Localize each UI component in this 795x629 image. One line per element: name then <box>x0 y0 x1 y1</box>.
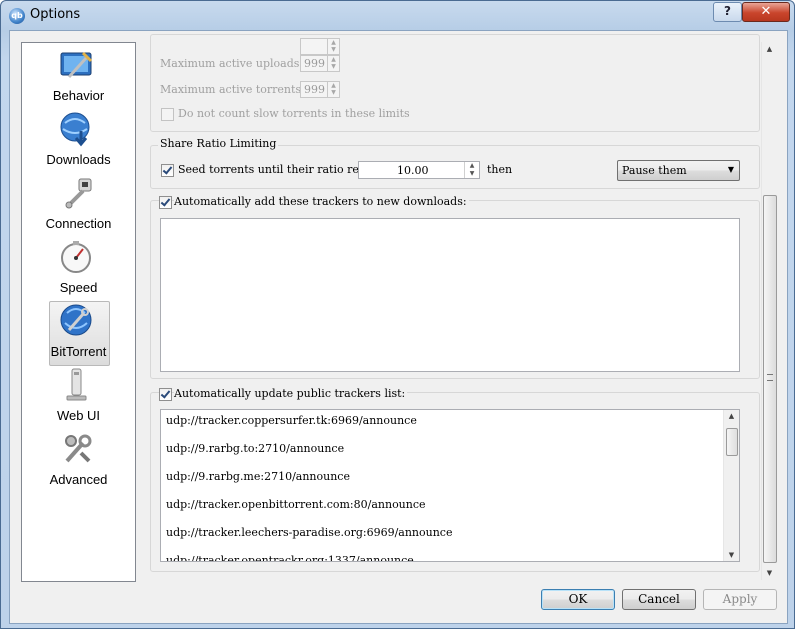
spin-up-icon: ▲ <box>331 56 336 63</box>
scroll-down-icon[interactable]: ▼ <box>724 551 739 559</box>
max-uploads-value: 999 <box>304 57 325 70</box>
sidebar-item-connection[interactable]: Connection <box>22 175 135 239</box>
list-item: udp://tracker.coppersurfer.tk:6969/annou… <box>166 414 417 427</box>
list-item: udp://9.rarbg.to:2710/announce <box>166 442 345 455</box>
slow-torrents-label: Do not count slow torrents in these limi… <box>178 107 410 120</box>
scroll-down-icon[interactable]: ▼ <box>762 569 777 577</box>
speed-gauge-icon <box>61 241 91 273</box>
bittorrent-icon <box>60 304 92 336</box>
share-ratio-title: Share Ratio Limiting <box>158 137 279 150</box>
ok-button[interactable]: OK <box>541 589 615 610</box>
spin-up-icon: ▲ <box>331 82 336 89</box>
spin-down-icon: ▼ <box>331 89 336 96</box>
then-label: then <box>487 163 513 176</box>
grip-icon <box>767 374 773 381</box>
close-button[interactable]: ✕ <box>742 2 790 22</box>
bittorrent-settings-panel: ▲ ▼ Maximum active uploads: 999 ▲ ▼ Maximu… <box>140 34 778 580</box>
max-torrents-value: 999 <box>304 83 325 96</box>
window-title: Options <box>30 7 81 22</box>
auto-update-trackers-checkbox[interactable] <box>159 388 172 401</box>
auto-add-trackers-textarea[interactable] <box>160 218 740 372</box>
downloads-globe-icon <box>60 112 90 147</box>
chevron-down-icon: ▼ <box>727 165 734 174</box>
partial-spinbox: ▲ ▼ <box>300 38 340 55</box>
settings-panel-scrollbar[interactable]: ▲ ▼ <box>761 42 777 580</box>
max-uploads-spinbox: 999 ▲ ▼ <box>300 55 340 72</box>
spin-up-icon[interactable]: ▲ <box>465 162 479 170</box>
scroll-thumb[interactable] <box>726 428 738 456</box>
qbittorrent-app-icon: qb <box>9 8 25 24</box>
slow-torrents-checkbox <box>161 108 174 121</box>
list-item: udp://tracker.opentrackr.org:1337/announ… <box>166 554 414 562</box>
auto-update-trackers-label: Automatically update public trackers lis… <box>174 387 408 400</box>
max-torrents-spinbox: 999 ▲ ▼ <box>300 81 340 98</box>
scroll-up-icon[interactable]: ▲ <box>724 412 739 420</box>
sidebar-item-speed[interactable]: Speed <box>22 239 135 303</box>
spin-down-icon[interactable]: ▼ <box>465 170 479 178</box>
sidebar-item-label: BitTorrent <box>50 344 107 359</box>
title-bar[interactable]: qb Options ? ✕ <box>1 1 794 31</box>
list-item: udp://9.rarbg.me:2710/announce <box>166 470 350 483</box>
dialog-client-area: Behavior Downloads Connection Speed BitT… <box>9 30 788 624</box>
ratio-action-value: Pause them <box>622 164 687 177</box>
ratio-spinbox[interactable]: 10.00 ▲ ▼ <box>358 161 480 179</box>
max-uploads-label: Maximum active uploads: <box>160 57 304 70</box>
public-trackers-list[interactable]: udp://tracker.coppersurfer.tk:6969/annou… <box>160 409 740 562</box>
behavior-icon <box>60 51 93 79</box>
sidebar-item-label: Speed <box>59 280 98 295</box>
auto-add-trackers-checkbox[interactable] <box>159 196 172 209</box>
ratio-action-dropdown[interactable]: Pause them ▼ <box>617 160 740 181</box>
sidebar-item-downloads[interactable]: Downloads <box>22 111 135 175</box>
sidebar-item-advanced[interactable]: Advanced <box>22 431 135 495</box>
sidebar-item-web-ui[interactable]: Web UI <box>22 367 135 431</box>
sidebar-item-label: Advanced <box>49 472 108 487</box>
ratio-value: 10.00 <box>397 164 429 177</box>
scroll-thumb[interactable] <box>763 195 777 563</box>
spin-down-icon: ▼ <box>331 63 336 70</box>
sidebar-item-bittorrent[interactable]: BitTorrent <box>22 301 135 367</box>
scroll-up-icon[interactable]: ▲ <box>762 45 777 53</box>
options-category-list[interactable]: Behavior Downloads Connection Speed BitT… <box>21 42 136 582</box>
cancel-button[interactable]: Cancel <box>622 589 696 610</box>
trackers-list-scrollbar[interactable]: ▲ ▼ <box>723 410 739 561</box>
web-ui-icon <box>66 368 87 401</box>
sidebar-item-label: Downloads <box>46 152 111 167</box>
help-button[interactable]: ? <box>713 2 742 22</box>
options-window: qb Options ? ✕ Behavior Downloads Connec… <box>0 0 795 629</box>
advanced-wrench-icon <box>65 434 92 463</box>
sidebar-item-label: Connection <box>45 216 112 231</box>
seed-ratio-checkbox[interactable] <box>161 164 174 177</box>
sidebar-item-behavior[interactable]: Behavior <box>22 47 135 111</box>
sidebar-item-label: Web UI <box>56 408 101 423</box>
connection-plug-icon <box>65 178 92 209</box>
list-item: udp://tracker.openbittorrent.com:80/anno… <box>166 498 426 511</box>
auto-add-trackers-label: Automatically add these trackers to new … <box>174 195 469 208</box>
apply-button[interactable]: Apply <box>703 589 777 610</box>
max-torrents-label: Maximum active torrents: <box>160 83 305 96</box>
sidebar-item-label: Behavior <box>52 88 105 103</box>
list-item: udp://tracker.leechers-paradise.org:6969… <box>166 526 453 539</box>
